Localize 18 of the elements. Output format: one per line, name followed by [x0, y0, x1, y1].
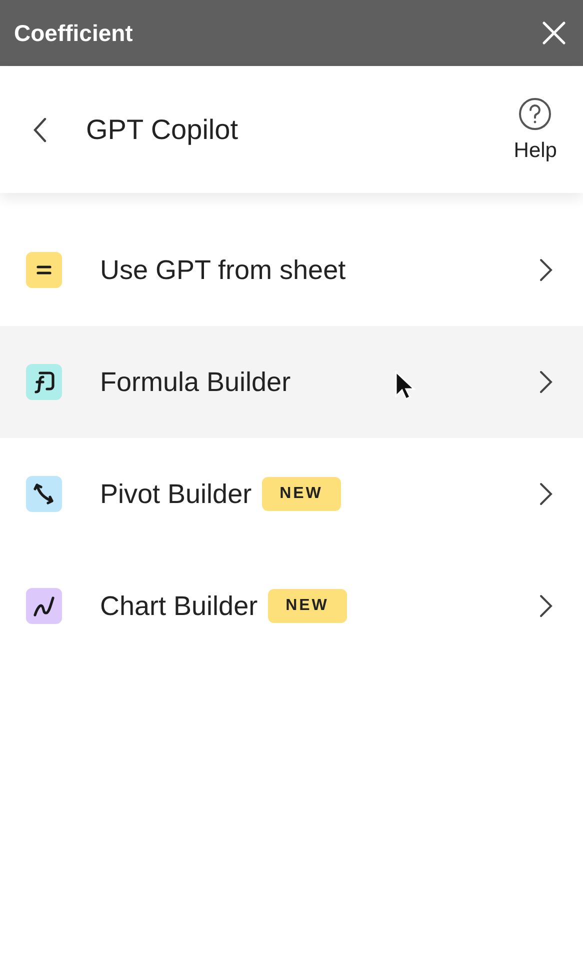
chevron-icon: [539, 594, 553, 618]
menu-item-label: Chart Builder: [100, 590, 258, 623]
menu-item-label: Pivot Builder: [100, 478, 252, 511]
help-icon: [518, 96, 552, 131]
menu-item-label: Use GPT from sheet: [100, 254, 346, 287]
close-icon: [542, 21, 566, 45]
chevron-icon: [539, 258, 553, 282]
back-icon: [33, 116, 47, 142]
new-badge: NEW: [262, 477, 341, 511]
window-title: Coefficient: [14, 18, 133, 48]
chevron-icon: [539, 482, 553, 506]
menu-item[interactable]: Formula Builder: [0, 326, 583, 438]
menu-item-label: Formula Builder: [100, 366, 291, 399]
chevron-icon: [539, 370, 553, 394]
new-badge: NEW: [268, 589, 347, 623]
cursor-icon: [394, 370, 416, 402]
page-title: GPT Copilot: [86, 112, 239, 147]
help-button[interactable]: Help: [514, 96, 557, 166]
